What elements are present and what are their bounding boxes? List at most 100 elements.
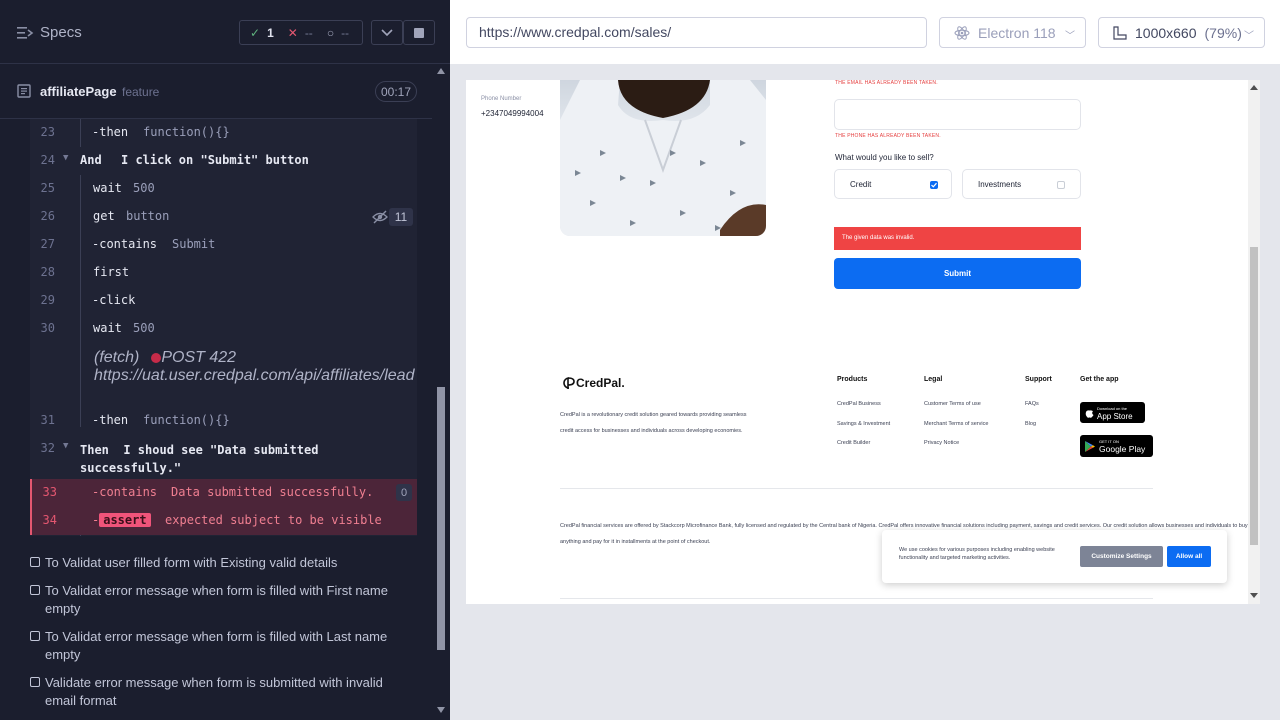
command-name: -then: [92, 125, 129, 139]
failed-count: --: [304, 25, 313, 40]
test-item[interactable]: To Validat user filled form with Existin…: [30, 554, 410, 572]
phone-number-value[interactable]: +2347049994004: [481, 109, 544, 118]
option-credit[interactable]: Credit: [834, 169, 952, 199]
app-store-button[interactable]: Download on the App Store: [1080, 402, 1145, 423]
line-number: 27: [40, 237, 55, 251]
footer-link[interactable]: Blog: [1025, 421, 1036, 427]
command-name: first: [93, 265, 130, 279]
fetch-url: https://uat.user.credpal.com/api/affilia…: [94, 367, 415, 384]
command-name: wait: [93, 321, 122, 335]
footer-col-title: Legal: [924, 376, 943, 383]
command-log: 23 -then function(){} 24 ▼ And I click o…: [30, 119, 417, 536]
scrollbar-thumb[interactable]: [437, 387, 445, 650]
footer-col-title: Support: [1025, 376, 1052, 383]
line-number: 23: [40, 125, 55, 139]
line-number: 29: [40, 293, 55, 307]
element-count-badge: 0: [396, 484, 412, 501]
scroll-down-arrow-icon[interactable]: [437, 707, 445, 713]
command-arg: 500: [133, 321, 155, 335]
viewport-size: 1000x660: [1135, 24, 1197, 41]
step-text: Then I shoud see "Data submitted success…: [80, 441, 380, 477]
scroll-up-arrow-icon[interactable]: [437, 68, 445, 74]
line-number: 26: [40, 209, 55, 223]
logo-text: CredPal.: [576, 376, 625, 390]
form-error-banner: The given data was invalid.: [834, 227, 1081, 250]
fetch-method: POST 422: [161, 349, 237, 366]
option-investments[interactable]: Investments: [962, 169, 1081, 199]
footer-link[interactable]: Customer Terms of use: [924, 401, 981, 407]
google-play-button[interactable]: GET IT ON Google Play: [1080, 435, 1153, 457]
scroll-up-arrow-icon[interactable]: [1250, 84, 1258, 90]
expand-button[interactable]: [371, 20, 403, 45]
command-arg: button: [126, 209, 170, 223]
browser-label: Electron 118: [978, 24, 1056, 41]
footer-divider: [560, 598, 1153, 599]
footer-link[interactable]: Privacy Notice: [924, 440, 959, 446]
line-number: 31: [40, 413, 55, 427]
test-item[interactable]: To Validat error message when form is fi…: [30, 628, 410, 664]
zoom-level: (79%): [1204, 24, 1242, 41]
chevron-down-icon[interactable]: ▼: [63, 441, 68, 451]
footer-description: CredPal is a revolutionary credit soluti…: [560, 412, 747, 434]
command-guide: [80, 119, 81, 147]
aut-scrollbar-thumb[interactable]: [1250, 247, 1258, 545]
step-keyword: Then: [80, 443, 109, 457]
failed-assert-row[interactable]: 34 - assert expected subject to be visibl…: [30, 507, 417, 535]
command-guide: [80, 175, 81, 427]
specs-list-icon[interactable]: [16, 24, 34, 42]
chevron-down-icon[interactable]: ▼: [63, 153, 68, 163]
test-title: To Validat error message when form is fi…: [45, 629, 388, 662]
spec-name: affiliatePage: [40, 84, 117, 99]
error-dot-icon: [151, 353, 162, 363]
google-play-text: Google Play: [1099, 444, 1146, 454]
line-number: 33: [42, 485, 57, 499]
viewport-selector[interactable]: 1000x660 (79%) ﹀: [1098, 17, 1265, 48]
pending-count: --: [341, 25, 350, 40]
allow-all-button[interactable]: Allow all: [1167, 546, 1211, 567]
browser-selector[interactable]: Electron 118 ﹀: [939, 17, 1086, 48]
credpal-logo[interactable]: CredPal.: [560, 376, 625, 390]
command-name: -click: [92, 293, 136, 307]
scroll-down-arrow-icon[interactable]: [1250, 593, 1258, 599]
footer-link[interactable]: FAQs: [1025, 401, 1039, 407]
file-icon: [17, 84, 31, 98]
footer-link[interactable]: Credit Builder: [837, 440, 870, 446]
checkbox-unchecked-icon[interactable]: [1057, 181, 1065, 189]
test-title: Validate error message when form is subm…: [45, 675, 383, 708]
assert-message: expected subject to be visible: [165, 513, 382, 527]
aut-header: https://www.credpal.com/sales/ Electron …: [450, 0, 1280, 64]
command-name: get: [93, 209, 115, 223]
fetch-log-entry[interactable]: (fetch) POST 422 https://uat.user.credpal…: [94, 349, 414, 385]
check-icon: ✓: [250, 25, 261, 40]
test-item[interactable]: To Validat error message when form is fi…: [30, 582, 410, 618]
submit-button[interactable]: Submit: [834, 258, 1081, 289]
person-image: [560, 80, 766, 236]
step-text: I click on "Submit" button: [121, 153, 309, 167]
sell-question: What would you like to sell?: [835, 153, 934, 162]
phone-number-field[interactable]: [834, 99, 1081, 130]
test-item[interactable]: Validate error message when form is subm…: [30, 674, 410, 710]
stop-button[interactable]: [403, 20, 435, 45]
line-number: 25: [40, 181, 55, 195]
checkbox-checked-icon[interactable]: [930, 181, 938, 189]
fetch-label: (fetch): [94, 349, 140, 366]
cookie-banner: We use cookies for various purposes incl…: [882, 530, 1227, 583]
url-bar[interactable]: https://www.credpal.com/sales/: [466, 17, 927, 48]
footer-link[interactable]: CredPal Business: [837, 401, 881, 407]
failed-command-row[interactable]: 33 -contains Data submitted successfully…: [30, 479, 417, 507]
footer-link[interactable]: Merchant Terms of service: [924, 421, 988, 427]
element-count-badge: 11: [389, 208, 413, 226]
line-number: 34: [42, 513, 57, 527]
customize-settings-button[interactable]: Customize Settings: [1080, 546, 1163, 567]
footer-link[interactable]: Savings & Investment: [837, 421, 890, 427]
test-title: To Validat error message when form is fi…: [45, 583, 388, 616]
stop-icon: [414, 27, 424, 38]
command-name: -contains: [92, 485, 158, 499]
spec-file-row[interactable]: affiliatePage feature 00:17: [0, 76, 432, 106]
reporter-panel: Specs ✓ 1 ✕ -- ○ -- affiliatePage feature 0…: [0, 0, 450, 720]
specs-title[interactable]: Specs: [40, 24, 82, 41]
assert-line: - assert expected subject to be visible: [92, 513, 382, 527]
option-investments-label: Investments: [978, 180, 1022, 189]
spinner-icon: ○: [326, 25, 335, 40]
checkbox-icon: [30, 585, 40, 595]
